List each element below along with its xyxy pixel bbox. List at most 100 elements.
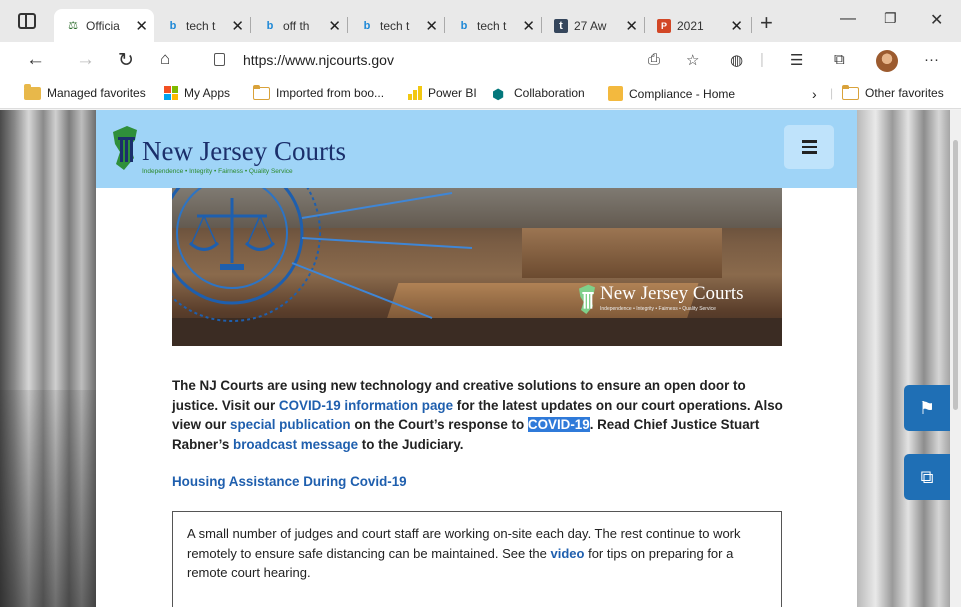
housing-assistance-link[interactable]: Housing Assistance During Covid-19 bbox=[172, 474, 407, 489]
window-close-icon[interactable]: ✕ bbox=[930, 10, 943, 30]
site-logo-title[interactable]: New Jersey Courts bbox=[142, 136, 346, 167]
highlighted-selection: COVID-19 bbox=[527, 417, 590, 432]
minimize-icon[interactable]: — bbox=[840, 10, 856, 28]
tab-bing-4[interactable]: b tech t ✕ bbox=[445, 9, 541, 42]
tab-njcourts[interactable]: ⚖ Officia ✕ bbox=[54, 9, 154, 42]
address-bar[interactable]: https://www.njcourts.gov bbox=[200, 47, 681, 73]
tab-actions-icon[interactable] bbox=[18, 13, 36, 29]
tab-title: tech t bbox=[477, 18, 507, 33]
tab-divider bbox=[751, 17, 752, 33]
tab-title: 27 Aw bbox=[574, 18, 607, 33]
close-tab-icon[interactable]: ✕ bbox=[135, 17, 148, 35]
close-tab-icon[interactable]: ✕ bbox=[231, 17, 244, 35]
app-available-icon[interactable]: ⎙ bbox=[648, 51, 660, 68]
folder-icon bbox=[253, 84, 270, 100]
tab-title: Officia bbox=[86, 18, 120, 33]
special-publication-link[interactable]: special publication bbox=[230, 417, 351, 432]
tab-bing-3[interactable]: b tech t ✕ bbox=[348, 9, 444, 42]
tab-title: tech t bbox=[186, 18, 216, 33]
tab-powerpoint[interactable]: P 2021 ✕ bbox=[645, 9, 749, 42]
page-scrollbar[interactable] bbox=[950, 110, 961, 607]
folder-icon bbox=[842, 84, 859, 100]
flag-icon: ⚑ bbox=[918, 397, 936, 418]
hamburger-menu-button[interactable] bbox=[784, 125, 834, 169]
new-tab-button[interactable]: + bbox=[760, 10, 773, 36]
site-logo-tagline: Independence • Integrity • Fairness • Qu… bbox=[142, 168, 293, 175]
close-tab-icon[interactable]: ✕ bbox=[522, 17, 535, 35]
njcourts-favicon-icon: ⚖ bbox=[68, 20, 78, 32]
feedback-flag-button[interactable]: ⚑ bbox=[904, 385, 950, 431]
favorite-my-apps[interactable]: My Apps bbox=[164, 86, 230, 100]
tab-title: off th bbox=[283, 18, 310, 33]
power-bi-icon bbox=[408, 86, 422, 100]
hero-logo-icon bbox=[579, 284, 595, 314]
covid-intro-paragraph: The NJ Courts are using new technology a… bbox=[172, 376, 786, 454]
extension-icon[interactable]: ◍ bbox=[730, 51, 743, 69]
favorite-label: Power BI bbox=[428, 86, 477, 100]
tab-tumblr[interactable]: t 27 Aw ✕ bbox=[542, 9, 644, 42]
close-tab-icon[interactable]: ✕ bbox=[425, 17, 438, 35]
favorite-label: Collaboration bbox=[514, 86, 585, 100]
favorite-other[interactable]: Other favorites bbox=[842, 84, 944, 100]
favorite-imported[interactable]: Imported from boo... bbox=[253, 84, 385, 100]
powerpoint-icon: P bbox=[657, 18, 671, 33]
sharepoint-icon: ⬢ bbox=[492, 86, 505, 102]
scrollbar-thumb[interactable] bbox=[953, 140, 958, 410]
page-viewport: New Jersey Courts Independence • Integri… bbox=[0, 110, 950, 607]
restore-icon[interactable]: ❐ bbox=[884, 10, 897, 27]
hero-logo-tagline: Independence • Integrity • Fairness • Qu… bbox=[600, 306, 716, 312]
nj-courts-logo-icon[interactable] bbox=[110, 124, 140, 174]
tab-bing-1[interactable]: b tech t ✕ bbox=[154, 9, 250, 42]
favorites-divider: | bbox=[830, 86, 834, 100]
page-content: New Jersey Courts Independence • Integri… bbox=[96, 110, 857, 607]
toolbar-divider: | bbox=[760, 51, 764, 68]
favorite-power-bi[interactable]: Power BI bbox=[408, 86, 477, 100]
more-options-icon[interactable]: ··· bbox=[924, 51, 939, 68]
favorite-label: Compliance - Home bbox=[629, 86, 736, 101]
bing-icon: b bbox=[266, 19, 274, 32]
site-header: New Jersey Courts Independence • Integri… bbox=[96, 110, 857, 188]
bing-icon: b bbox=[169, 19, 177, 32]
scales-of-justice-graphic bbox=[172, 188, 473, 322]
background-pillar-right bbox=[857, 110, 950, 607]
compliance-icon bbox=[608, 86, 623, 101]
close-tab-icon[interactable]: ✕ bbox=[328, 17, 341, 35]
video-link[interactable]: video bbox=[551, 546, 585, 561]
profile-avatar[interactable] bbox=[876, 50, 898, 72]
remote-work-notice: A small number of judges and court staff… bbox=[172, 511, 782, 607]
favorite-collaboration[interactable]: ⬢ Collaboration bbox=[492, 86, 585, 102]
background-pillar-left bbox=[0, 110, 96, 607]
close-tab-icon[interactable]: ✕ bbox=[625, 17, 638, 35]
favorites-icon[interactable]: ☰ bbox=[790, 51, 803, 69]
accessibility-panel-button[interactable]: ⧉ bbox=[904, 454, 950, 500]
tab-strip: ⚖ Officia ✕ b tech t ✕ b off th ✕ b tech… bbox=[0, 0, 961, 42]
favorite-label: Managed favorites bbox=[47, 86, 146, 100]
bing-icon: b bbox=[460, 19, 468, 32]
add-favorite-icon[interactable]: ☆ bbox=[686, 51, 699, 69]
favorite-compliance[interactable]: Compliance - Home bbox=[608, 86, 735, 101]
bing-icon: b bbox=[363, 19, 371, 32]
covid-info-link[interactable]: COVID-19 information page bbox=[279, 398, 453, 413]
favorite-label: Imported from boo... bbox=[276, 86, 385, 100]
favorites-overflow-chevron-icon[interactable]: › bbox=[812, 86, 817, 102]
panel-icon: ⧉ bbox=[920, 466, 934, 487]
favorite-label: My Apps bbox=[184, 86, 231, 100]
forward-icon[interactable]: → bbox=[76, 49, 95, 71]
home-icon[interactable]: ⌂ bbox=[160, 49, 170, 69]
intro-text: on the Court’s response to bbox=[350, 417, 528, 432]
url-text[interactable]: https://www.njcourts.gov bbox=[243, 52, 394, 68]
close-tab-icon[interactable]: ✕ bbox=[730, 17, 743, 35]
collections-icon[interactable]: ⧉ bbox=[834, 51, 845, 68]
folder-icon bbox=[24, 83, 41, 100]
back-icon[interactable]: ← bbox=[26, 49, 45, 71]
hero-banner-image: New Jersey Courts Independence • Integri… bbox=[172, 188, 782, 346]
browser-toolbar: ← → ↻ ⌂ https://www.njcourts.gov ⎙ ☆ ◍ |… bbox=[0, 42, 961, 79]
broadcast-message-link[interactable]: broadcast message bbox=[233, 437, 358, 452]
lock-icon[interactable] bbox=[214, 53, 225, 66]
favorite-managed[interactable]: Managed favorites bbox=[24, 83, 146, 100]
refresh-icon[interactable]: ↻ bbox=[118, 49, 134, 72]
favorite-label: Other favorites bbox=[865, 86, 944, 100]
intro-text: to the Judiciary. bbox=[358, 436, 464, 452]
tumblr-icon: t bbox=[554, 18, 568, 33]
tab-bing-2[interactable]: b off th ✕ bbox=[251, 9, 347, 42]
